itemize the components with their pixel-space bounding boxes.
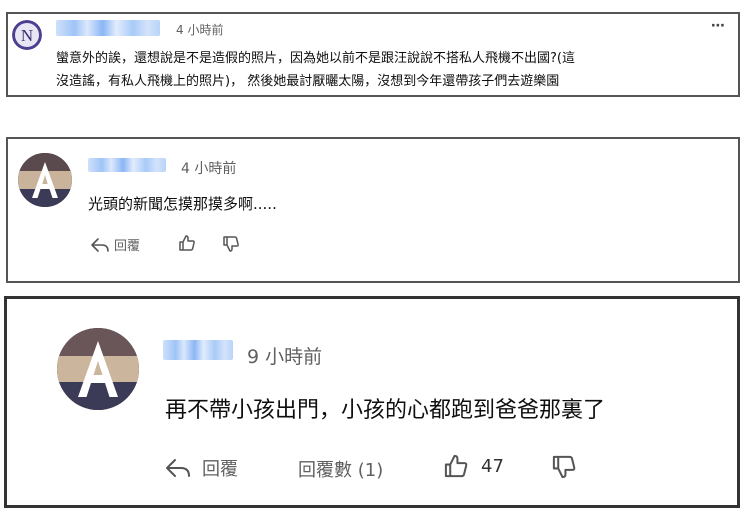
avatar-letter: N xyxy=(21,26,33,45)
reply-icon xyxy=(164,457,192,479)
author-name[interactable] xyxy=(56,20,160,36)
comment-card: 4 小時前 光頭的新聞怎摸那摸多啊..... 回覆 xyxy=(6,137,740,283)
reply-label: 回覆 xyxy=(114,239,141,254)
author-name[interactable] xyxy=(88,158,166,172)
thumbs-down-icon xyxy=(551,454,577,480)
view-replies-button[interactable]: 回覆數 (1) xyxy=(298,456,383,482)
replies-count-label: 回覆數 (1) xyxy=(298,460,384,481)
like-count: 47 xyxy=(481,455,504,477)
comment-time[interactable]: 9 小時前 xyxy=(247,342,322,369)
like-button[interactable] xyxy=(178,234,196,252)
comment-time[interactable]: 4 小時前 xyxy=(181,158,236,178)
like-button[interactable]: 47 xyxy=(443,453,504,479)
avatar[interactable] xyxy=(57,328,139,410)
reply-button[interactable]: 回覆 xyxy=(164,455,238,481)
reply-label: 回覆 xyxy=(202,459,238,480)
thumbs-up-icon xyxy=(178,234,196,252)
comment-text-line-1: 蠻意外的誒，還想說是不是造假的照片，因為她以前不是跟汪說說不搭私人飛機不出國?(… xyxy=(56,51,575,66)
comment-time[interactable]: 4 小時前 xyxy=(176,21,223,38)
comment-text-line-2: 沒造謠，有私人飛機上的照片)， 然後她最討厭曬太陽，沒想到今年還帶孩子們去遊樂園 xyxy=(56,74,560,89)
reply-button[interactable]: 回覆 xyxy=(90,235,140,254)
avatar[interactable]: N xyxy=(12,20,42,50)
dislike-button[interactable] xyxy=(222,235,240,253)
comment-text: 再不帶小孩出門，小孩的心都跑到爸爸那裏了 xyxy=(165,398,606,423)
reply-icon xyxy=(90,237,110,253)
dislike-button[interactable] xyxy=(551,454,577,480)
comment-card: N 4 小時前 ⋯ 蠻意外的誒，還想說是不是造假的照片，因為她以前不是跟汪說說不… xyxy=(6,12,740,97)
comment-card: 9 小時前 再不帶小孩出門，小孩的心都跑到爸爸那裏了 回覆 回覆數 (1) 47 xyxy=(4,296,740,508)
comment-text: 光頭的新聞怎摸那摸多啊..... xyxy=(88,195,277,213)
thumbs-up-icon xyxy=(443,453,469,479)
thumbs-down-icon xyxy=(222,235,240,253)
author-name[interactable] xyxy=(163,340,233,360)
avatar[interactable] xyxy=(18,153,72,207)
more-dots-icon[interactable]: ⋯ xyxy=(711,18,726,34)
